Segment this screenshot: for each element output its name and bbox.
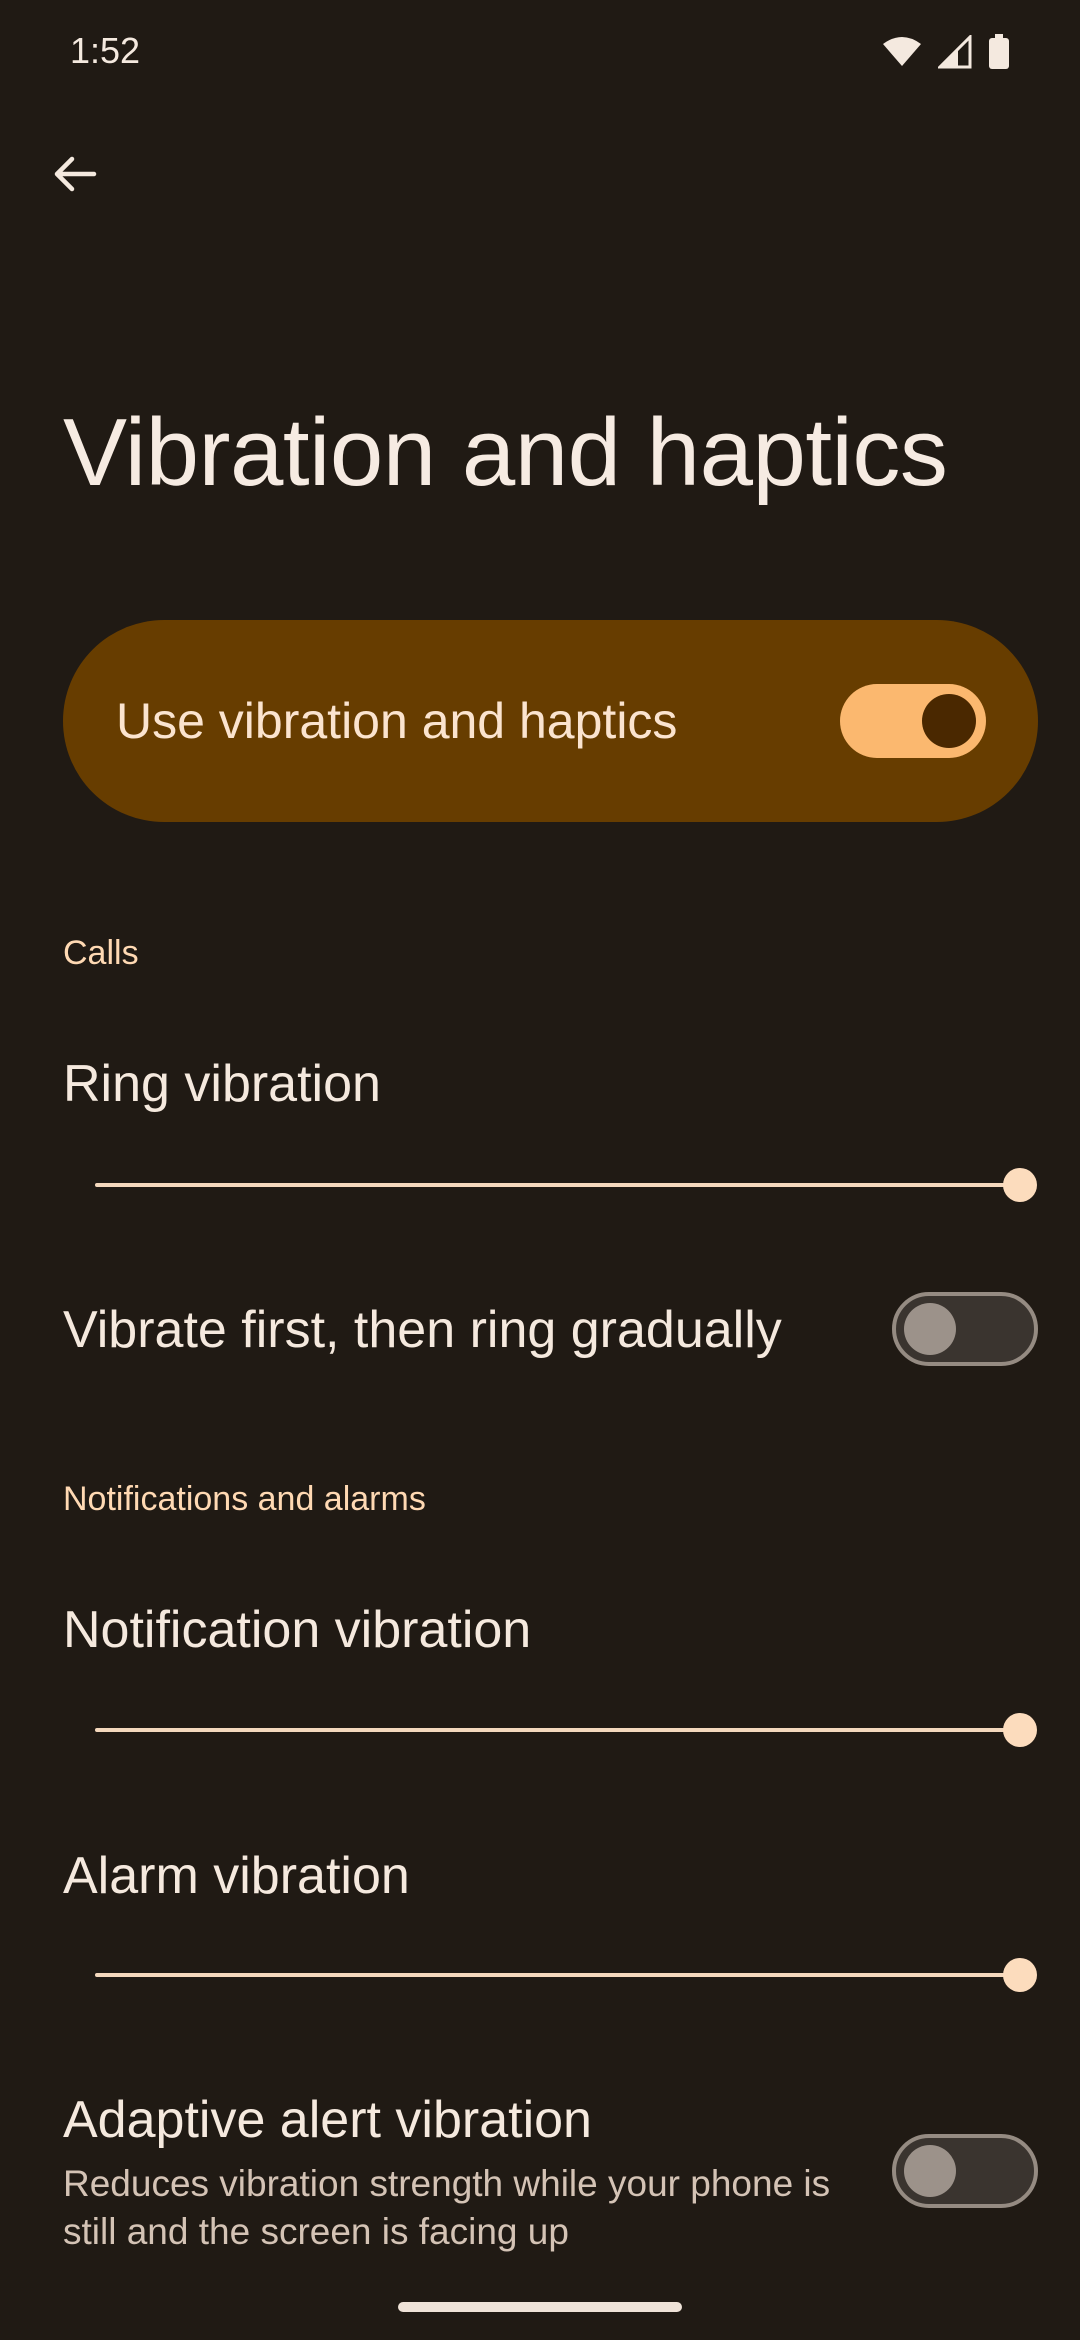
status-icons — [882, 33, 1010, 75]
section-header-notifications: Notifications and alarms — [63, 1480, 426, 1518]
vibrate-first-title: Vibrate first, then ring gradually — [63, 1301, 782, 1359]
adaptive-alert-title: Adaptive alert vibration — [63, 2091, 592, 2149]
alarm-vibration-title: Alarm vibration — [63, 1847, 410, 1905]
switch-thumb — [904, 1303, 956, 1355]
vibration-settings-screen: 1:52 Vibration and haptics Use vibration… — [0, 0, 1080, 2340]
back-button[interactable] — [38, 140, 110, 212]
slider-thumb[interactable] — [1003, 1713, 1037, 1747]
adaptive-alert-switch[interactable] — [892, 2134, 1038, 2208]
slider-track — [95, 1183, 1020, 1187]
page-title: Vibration and haptics — [63, 399, 948, 506]
ring-vibration-slider[interactable] — [95, 1165, 1037, 1205]
switch-thumb — [904, 2145, 956, 2197]
alarm-vibration-slider[interactable] — [95, 1955, 1037, 1995]
slider-track — [95, 1728, 1020, 1732]
vibrate-first-switch[interactable] — [892, 1292, 1038, 1366]
section-header-calls: Calls — [63, 934, 139, 972]
ring-vibration-title: Ring vibration — [63, 1055, 381, 1113]
slider-thumb[interactable] — [1003, 1168, 1037, 1202]
status-time: 1:52 — [70, 30, 141, 71]
wifi-icon — [882, 36, 922, 73]
adaptive-alert-summary: Reduces vibration strength while your ph… — [63, 2163, 831, 2252]
gesture-nav-handle[interactable] — [398, 2302, 682, 2312]
cell-signal-icon — [936, 33, 972, 74]
notification-vibration-title: Notification vibration — [63, 1601, 532, 1659]
slider-thumb[interactable] — [1003, 1958, 1037, 1992]
switch-thumb — [922, 694, 976, 748]
status-bar: 1:52 — [0, 0, 1080, 104]
use-vibration-switch[interactable] — [840, 684, 986, 758]
battery-icon — [988, 34, 1010, 75]
use-vibration-label: Use vibration and haptics — [116, 693, 678, 749]
arrow-back-icon — [50, 150, 98, 203]
notification-vibration-slider[interactable] — [95, 1710, 1037, 1750]
slider-track — [95, 1973, 1020, 1977]
use-vibration-card[interactable]: Use vibration and haptics — [63, 620, 1038, 822]
